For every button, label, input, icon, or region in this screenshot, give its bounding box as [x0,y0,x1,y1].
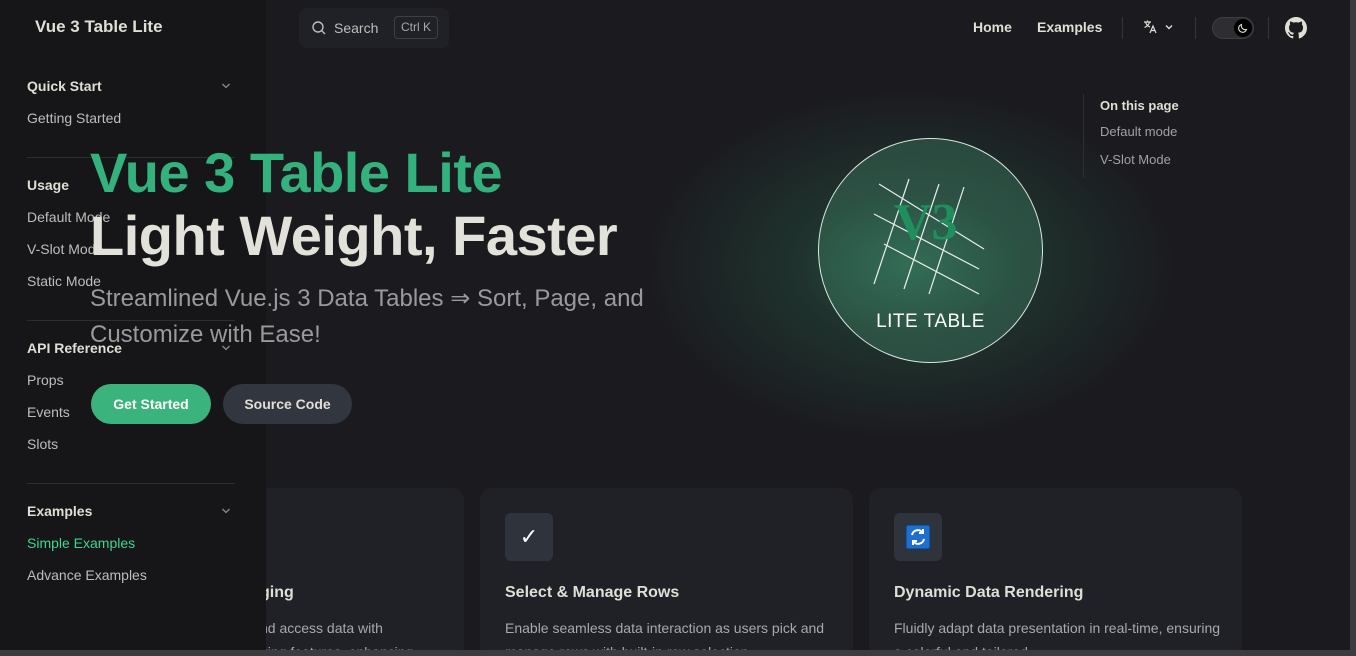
outline-link-v-slot-mode[interactable]: V-Slot Mode [1100,146,1223,174]
language-menu[interactable] [1142,19,1174,35]
sidebar-group-label: Quick Start [27,78,102,94]
chevron-down-icon [1165,25,1173,30]
chevron-down-icon [222,83,230,89]
hero-name: Vue 3 Table Lite [90,141,503,204]
sidebar-group-label: Examples [27,503,93,519]
feature-title: Dynamic Data Rendering [894,584,1084,601]
feature-card: ✓ Select & Manage Rows Enable seamless d… [480,488,853,656]
nav-examples-link[interactable]: Examples [1037,19,1102,35]
logo-caption: LITE TABLE [876,311,985,332]
sidebar-divider [27,483,235,484]
refresh-icon [894,513,942,561]
hero-logo: V3 LITE TABLE [818,138,1043,363]
site-title[interactable]: Vue 3 Table Lite [35,17,163,37]
nav-home-link[interactable]: Home [973,19,1012,35]
page-outline: On this page Default mode V-Slot Mode [1083,94,1223,178]
hero-text: Light Weight, Faster [90,204,618,267]
sidebar-item-slots[interactable]: Slots [27,428,235,460]
sidebar-group-examples: Examples Simple Examples Advance Example… [27,495,235,591]
nav-divider [1268,17,1269,39]
window-bottom-edge [0,650,1356,656]
sidebar-item-getting-started[interactable]: Getting Started [27,102,235,134]
search-icon [312,21,326,35]
github-icon[interactable] [1285,17,1307,39]
outline-link-default-mode[interactable]: Default mode [1100,118,1223,146]
nav-divider [1195,17,1196,39]
search-label: Search [334,20,379,36]
appearance-toggle[interactable] [1212,17,1254,39]
checkmark-icon: ✓ [505,513,553,561]
feature-title: Select & Manage Rows [505,584,680,601]
logo-mark: V3 [894,194,958,251]
sidebar-group-quick-start: Quick Start Getting Started [27,70,235,134]
search-button[interactable]: Search Ctrl K [299,8,449,48]
sidebar-group-title[interactable]: Examples [27,495,235,527]
sidebar-item-simple-examples[interactable]: Simple Examples [27,527,235,559]
sidebar-group-title[interactable]: Quick Start [27,70,235,102]
translate-icon [1144,20,1157,34]
window-right-edge [1350,0,1356,656]
moon-icon [1234,19,1252,37]
outline-title: On this page [1100,98,1179,113]
search-shortcut: Ctrl K [394,16,438,39]
sidebar-item-advance-examples[interactable]: Advance Examples [27,559,235,591]
nav-divider [1122,17,1123,39]
source-code-button[interactable]: Source Code [223,384,352,424]
sidebar-group-label: Usage [27,177,70,193]
chevron-down-icon [222,508,230,514]
hero-tagline: Streamlined Vue.js 3 Data Tables ⇒ Sort,… [90,285,644,348]
get-started-button[interactable]: Get Started [91,384,211,424]
feature-card: Dynamic Data Rendering Fluidly adapt dat… [869,488,1242,656]
